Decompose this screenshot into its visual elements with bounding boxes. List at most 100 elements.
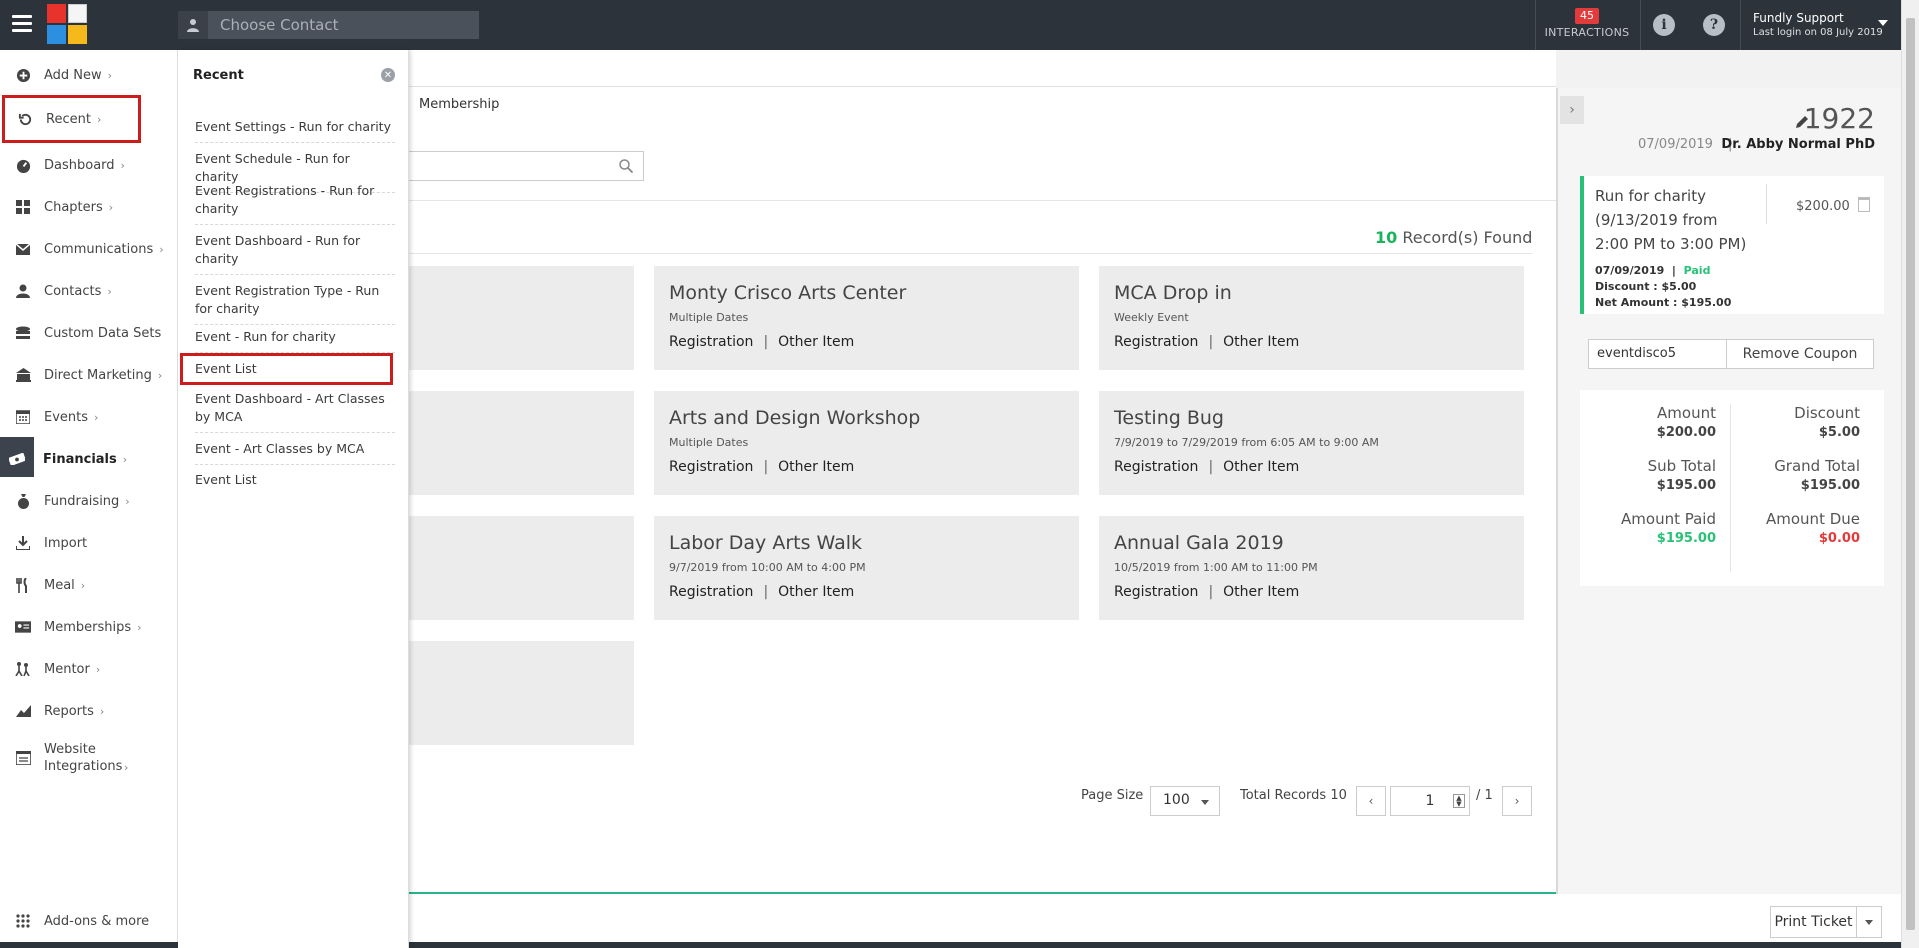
event-title[interactable]: Labor Day Arts Walk	[669, 532, 862, 554]
search-input[interactable]	[409, 151, 644, 181]
event-card-hidden[interactable]	[409, 266, 634, 370]
recent-item[interactable]: Event Dashboard - Art Classes by MCA	[195, 390, 395, 433]
coupon-code-field[interactable]: eventdisco5	[1588, 339, 1727, 369]
trash-icon[interactable]	[1858, 197, 1870, 212]
grid-icon	[15, 199, 31, 215]
event-links: Registration | Other Item	[669, 459, 854, 475]
sidebar-item-financials[interactable]: Financials ›	[0, 442, 178, 476]
next-page-button[interactable]: ›	[1502, 786, 1532, 816]
addons-button[interactable]: Add-ons & more	[0, 904, 178, 938]
other-item-link[interactable]: Other Item	[1223, 459, 1299, 475]
recent-item[interactable]: Event - Art Classes by MCA	[195, 440, 395, 465]
event-card-hidden[interactable]	[409, 641, 634, 745]
page-number-input[interactable]: 1 ▲ ▼	[1390, 786, 1470, 816]
collapse-panel-chevron-icon[interactable]: ›	[1560, 96, 1584, 124]
contact-name[interactable]: Dr. Abby Normal PhD	[1721, 137, 1875, 152]
close-icon[interactable]: ✕	[381, 68, 395, 82]
recent-item[interactable]: Event Registration Type - Run for charit…	[195, 282, 395, 325]
ticket-line-item: Run for charity (9/13/2019 from 2:00 PM …	[1580, 176, 1884, 314]
registration-link[interactable]: Registration	[669, 334, 753, 350]
choose-contact-input[interactable]	[208, 16, 468, 34]
dashboard-icon	[15, 157, 31, 173]
scrollbar-thumb[interactable]	[1906, 18, 1915, 930]
event-title[interactable]: Testing Bug	[1114, 407, 1224, 429]
sidebar-item-communications[interactable]: Communications ›	[0, 232, 178, 266]
sidebar-item-import[interactable]: Import	[0, 526, 178, 560]
event-title[interactable]: Arts and Design Workshop	[669, 407, 920, 429]
event-card-hidden[interactable]	[409, 391, 634, 495]
other-item-link[interactable]: Other Item	[1223, 584, 1299, 600]
recent-item-event-list-highlighted[interactable]: Event List	[180, 353, 393, 385]
sidebar-item-contacts[interactable]: Contacts ›	[0, 274, 178, 308]
recent-item[interactable]: Event - Run for charity	[195, 328, 395, 353]
grand-total-cell: Grand Total $195.00	[1750, 457, 1860, 493]
sidebar-item-mentor[interactable]: Mentor ›	[0, 652, 178, 686]
registration-link[interactable]: Registration	[1114, 334, 1198, 350]
envelope-icon	[15, 241, 31, 257]
sidebar-item-label: Add New	[44, 67, 102, 83]
event-title[interactable]: MCA Drop in	[1114, 282, 1232, 304]
line-item-date-status: 07/09/2019 | Paid	[1595, 264, 1711, 277]
chart-icon	[15, 703, 31, 719]
user-menu[interactable]: Fundly Support Last login on 08 July 201…	[1753, 11, 1883, 38]
sidebar-item-dashboard[interactable]: Dashboard ›	[0, 148, 178, 182]
sidebar-item-chapters[interactable]: Chapters ›	[0, 190, 178, 224]
discount-cell: Discount $5.00	[1750, 404, 1860, 440]
divider	[1640, 0, 1641, 50]
event-card[interactable]: Arts and Design Workshop Multiple Dates …	[654, 391, 1079, 495]
event-card[interactable]: Labor Day Arts Walk 9/7/2019 from 10:00 …	[654, 516, 1079, 620]
event-card-hidden[interactable]	[409, 516, 634, 620]
other-item-link[interactable]: Other Item	[778, 459, 854, 475]
recent-item[interactable]: Event Settings - Run for charity	[195, 118, 395, 143]
sidebar-item-direct-marketing[interactable]: Direct Marketing ›	[0, 358, 178, 392]
choose-contact-field[interactable]	[178, 11, 479, 39]
recent-item[interactable]: Event Registrations - Run for charity	[195, 182, 395, 225]
sidebar-item-custom-data-sets[interactable]: Custom Data Sets	[0, 316, 178, 350]
registration-link[interactable]: Registration	[669, 584, 753, 600]
event-card[interactable]: Testing Bug 7/9/2019 to 7/29/2019 from 6…	[1099, 391, 1524, 495]
sidebar-item-recent[interactable]: Recent ›	[2, 95, 141, 143]
recent-item[interactable]: Event List	[195, 471, 395, 495]
chevron-right-icon: ›	[99, 704, 105, 718]
tab-membership[interactable]: Membership	[419, 97, 499, 112]
interactions-button[interactable]: 45 INTERACTIONS	[1540, 8, 1634, 39]
sidebar-item-meal[interactable]: Meal ›	[0, 568, 178, 602]
print-ticket-button[interactable]: Print Ticket	[1770, 906, 1857, 938]
registration-link[interactable]: Registration	[1114, 459, 1198, 475]
search-icon[interactable]	[619, 159, 634, 177]
chevron-right-icon: ›	[107, 68, 113, 82]
sidebar-item-add-new[interactable]: Add New ›	[0, 58, 178, 92]
link-separator: |	[1208, 584, 1214, 600]
event-card[interactable]: Annual Gala 2019 10/5/2019 from 1:00 AM …	[1099, 516, 1524, 620]
event-title[interactable]: Monty Crisco Arts Center	[669, 282, 906, 304]
sidebar-item-fundraising[interactable]: Fundraising ›	[0, 484, 178, 518]
spinner-icon[interactable]: ▲ ▼	[1453, 794, 1465, 808]
other-item-link[interactable]: Other Item	[778, 584, 854, 600]
app-logo[interactable]	[47, 4, 87, 45]
registration-link[interactable]: Registration	[1114, 584, 1198, 600]
sidebar-item-label: Dashboard	[44, 157, 115, 173]
event-title[interactable]: Annual Gala 2019	[1114, 532, 1284, 554]
link-separator: |	[763, 459, 769, 475]
sidebar-item-website-integrations[interactable]: Website Integrations ›	[0, 736, 178, 780]
event-card[interactable]: Monty Crisco Arts Center Multiple Dates …	[654, 266, 1079, 370]
page-size-select[interactable]: 100	[1150, 786, 1220, 816]
other-item-link[interactable]: Other Item	[1223, 334, 1299, 350]
amount-due-value: $0.00	[1818, 531, 1860, 546]
caret-down-icon[interactable]	[1878, 20, 1888, 26]
chevron-right-icon: ›	[157, 368, 163, 382]
remove-coupon-button[interactable]: Remove Coupon	[1726, 339, 1874, 369]
print-options-caret-icon[interactable]	[1857, 906, 1882, 938]
prev-page-button[interactable]: ‹	[1356, 786, 1386, 816]
registration-link[interactable]: Registration	[669, 459, 753, 475]
sidebar-item-memberships[interactable]: Memberships ›	[0, 610, 178, 644]
sidebar-item-reports[interactable]: Reports ›	[0, 694, 178, 728]
hamburger-menu-icon[interactable]	[12, 15, 32, 33]
vertical-scrollbar[interactable]	[1901, 0, 1919, 948]
help-icon[interactable]: ?	[1703, 14, 1725, 36]
event-card[interactable]: MCA Drop in Weekly Event Registration | Ot…	[1099, 266, 1524, 370]
other-item-link[interactable]: Other Item	[778, 334, 854, 350]
info-icon[interactable]: i	[1653, 14, 1675, 36]
recent-item[interactable]: Event Dashboard - Run for charity	[195, 232, 395, 275]
sidebar-item-events[interactable]: Events ›	[0, 400, 178, 434]
